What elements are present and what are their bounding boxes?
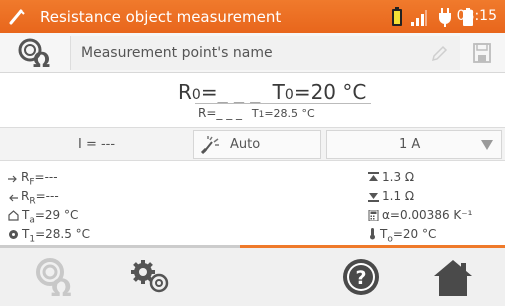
clock: 08:15 [456,8,497,24]
auto-label: Auto [230,137,261,152]
alpha-row: α=0.00386 K⁻¹ [368,208,472,222]
t1-value: =28.5 °C [264,107,315,120]
t1-label: T [251,107,259,120]
result-divider [195,103,371,104]
name-row: Ω [0,33,505,73]
lower-limit-icon [368,193,379,202]
rf-row: RF=--- [8,170,58,187]
lower-limit-value: 1.1 Ω [382,189,415,203]
r-result: R=_ _ _ T1=28.5 °C [198,106,315,120]
upper-limit-row: 1.3 Ω [368,170,414,184]
chevron-down-icon [481,140,493,150]
measurement-point-name-input[interactable] [81,42,421,64]
ta-row: Ta=29 °C [8,208,78,225]
t0-row: To=20 °C [368,227,436,244]
resistance-mode-icon[interactable]: Ω [34,256,76,298]
arrow-right-icon [8,175,17,183]
calculator-icon [368,209,379,222]
bottom-toolbar: Ω ? [0,248,505,306]
t1-param-value: =28.5 °C [35,227,91,241]
svg-text:Ω: Ω [33,48,50,69]
parameters-panel: RF=--- RR=--- Ta=29 °C T1=28.5 °C 1.3 Ω … [0,163,505,245]
help-icon[interactable]: ? [340,256,382,298]
current-range-select[interactable]: 1 A [326,130,502,159]
t1-row: T1=28.5 °C [8,227,90,244]
current-range-value: 1 A [399,137,421,152]
t0-sub: 0 [284,87,294,103]
probe-icon [9,9,25,25]
battery-full-icon [392,7,402,26]
measurement-point-name-field[interactable] [70,36,460,70]
resistance-icon[interactable]: Ω [16,37,54,69]
controls-row: I = --- Auto 1 A [0,127,505,161]
rr-value: =--- [35,189,59,203]
rf-value: =--- [34,170,58,184]
pencil-icon[interactable] [430,45,448,63]
r0-value: =_ _ _ [200,80,261,104]
upper-limit-icon [368,172,379,181]
t0-param-value: =20 °C [392,227,437,241]
signal-icon [411,10,427,26]
page-title: Resistance object measurement [40,8,282,26]
lower-limit-row: 1.1 Ω [368,189,414,203]
ta-value: =29 °C [34,208,79,222]
upper-limit-value: 1.3 Ω [382,170,415,184]
thermometer-icon [370,228,375,240]
winding-icon [9,230,18,239]
arrow-left-icon [9,194,18,202]
settings-icon[interactable] [128,256,170,298]
svg-text:?: ? [355,267,366,289]
r0-result: R0=_ _ _ T0=20 °C [178,80,366,104]
t0-label: T [272,80,285,104]
auto-mode-icon [200,136,219,154]
house-icon [8,210,19,221]
r-value: R=_ _ _ [198,106,243,120]
r0-label: R [178,80,192,104]
r0-sub: 0 [191,87,201,103]
svg-text:Ω: Ω [51,274,71,298]
alpha-value: α=0.00386 K⁻¹ [382,208,473,222]
t0-value: =20 °C [293,80,367,104]
status-bar: Resistance object measurement 08:15 [0,0,505,33]
rr-row: RR=--- [8,189,59,206]
plug-icon [439,8,451,27]
auto-button[interactable]: Auto [193,130,321,159]
current-readout: I = --- [78,137,116,152]
home-icon[interactable] [432,256,474,298]
save-icon[interactable] [473,43,491,63]
